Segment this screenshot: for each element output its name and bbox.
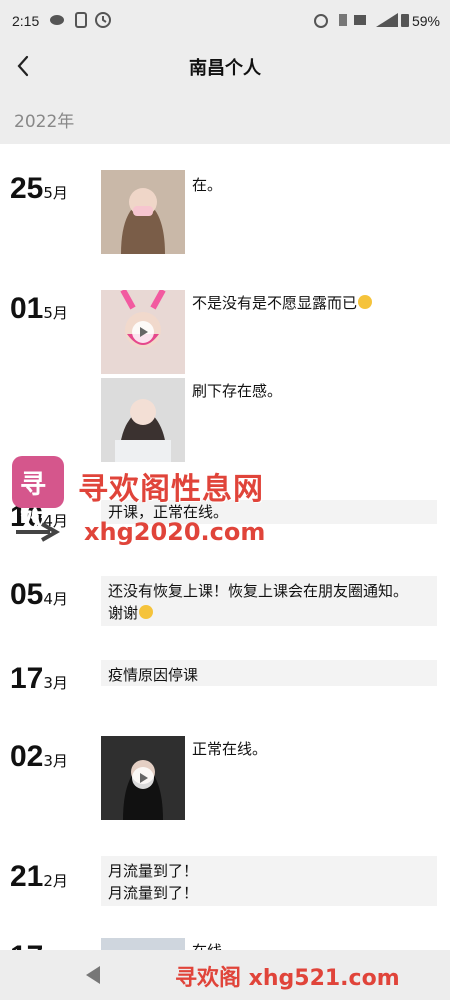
arrow-right-icon — [16, 522, 61, 542]
play-icon — [132, 767, 154, 789]
entry-text-line-content: 谢谢 — [108, 604, 139, 622]
entry-text[interactable]: 还没有恢复上课！恢复上课会在朋友圈通知。 谢谢 — [101, 576, 437, 626]
entry-text-line: 还没有恢复上课！恢复上课会在朋友圈通知。 — [108, 582, 409, 600]
status-bar: 2:15 59% — [0, 0, 450, 42]
clock-icon — [95, 12, 111, 28]
entry-day: 21 — [10, 860, 44, 893]
battery-percent: 59% — [411, 13, 440, 29]
watermark-url: xhg2020.com — [84, 518, 266, 546]
entry-date: 212月 — [10, 860, 68, 894]
grin-emoji-icon — [139, 605, 154, 619]
play-icon — [132, 321, 154, 343]
entry-month: 4月 — [43, 590, 68, 608]
nav-bar: 南昌个人 — [0, 42, 450, 90]
entry-caption: 刷下存在感。 — [192, 382, 283, 400]
entry-day: 02 — [10, 740, 44, 773]
year-header: 2022年 — [0, 90, 450, 144]
battery-icon — [401, 14, 409, 27]
entry-photo[interactable] — [101, 170, 185, 254]
bottom-watermark: 寻欢阁 xhg521.com — [175, 966, 400, 991]
entry-month: 5月 — [43, 184, 68, 202]
entry-caption: 在线 — [192, 940, 222, 950]
entry-day: 01 — [10, 292, 44, 325]
entry-day: 05 — [10, 578, 44, 611]
entry-video[interactable] — [101, 290, 185, 374]
entry-text[interactable]: 疫情原因停课 — [101, 660, 437, 686]
entry-date: 054月 — [10, 578, 68, 612]
entry-photo[interactable] — [101, 378, 185, 462]
entry-text[interactable]: 月流量到了！ 月流量到了！ — [101, 856, 437, 906]
entry-caption: 正常在线。 — [192, 740, 268, 758]
data-speed-icon — [339, 14, 347, 26]
page-title: 南昌个人 — [189, 58, 261, 79]
entry-date: 015月 — [10, 292, 68, 326]
entry-caption: 在。 — [192, 176, 223, 194]
entry-date: 255月 — [10, 172, 68, 206]
sim-icon — [75, 12, 87, 28]
system-nav-bar: 寻欢阁 xhg521.com — [0, 950, 450, 1000]
alarm-icon — [314, 14, 328, 28]
entry-day: 25 — [10, 172, 44, 205]
watermark-logo: 寻欢 — [12, 456, 64, 537]
entry-day: 17 — [10, 940, 43, 950]
status-time: 2:15 — [12, 13, 40, 29]
moments-feed[interactable]: 255月 在。 015月 不是没有是不愿显露而已 刷下存在感。 104月 开课，… — [0, 144, 450, 950]
signal-icon — [354, 15, 366, 25]
cellular-4g-icon — [376, 13, 398, 27]
entry-caption-text: 不是没有是不愿显露而已 — [192, 294, 358, 312]
nav-back-triangle-icon[interactable] — [86, 966, 100, 984]
entry-text-line: 谢谢 — [108, 602, 430, 624]
entry-photo[interactable] — [101, 938, 185, 950]
entry-day: 17 — [10, 662, 44, 695]
entry-date: 023月 — [10, 740, 68, 774]
entry-caption: 不是没有是不愿显露而已 — [192, 292, 373, 313]
sleepy-emoji-icon — [358, 295, 373, 309]
entry-date: 173月 — [10, 662, 68, 696]
entry-month: 3月 — [43, 674, 68, 692]
entry-month: 5月 — [43, 304, 68, 322]
entry-text-line: 月流量到了！ — [108, 884, 199, 902]
entry-month: 2月 — [43, 872, 68, 890]
watermark-title: 寻欢阁性息网 — [78, 472, 264, 507]
entry-date: 17 — [10, 940, 43, 950]
entry-video[interactable] — [101, 736, 185, 820]
entry-month: 3月 — [43, 752, 68, 770]
year-label: 2022年 — [14, 112, 75, 132]
entry-text-line: 月流量到了！ — [108, 862, 199, 880]
notification-icon — [50, 15, 64, 25]
